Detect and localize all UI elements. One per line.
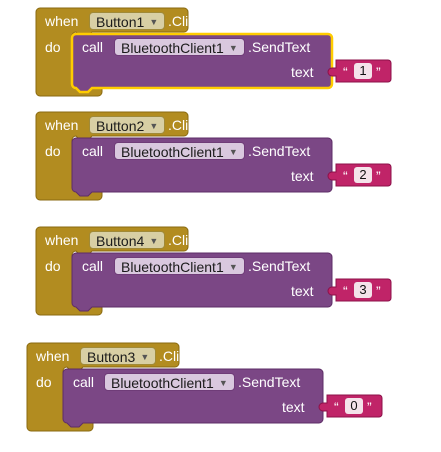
close-quote: ”: [376, 168, 381, 184]
client-name: BluetoothClient1: [121, 259, 224, 275]
close-quote: ”: [367, 399, 372, 415]
text-value-field[interactable]: 1: [354, 63, 372, 79]
component-dropdown-button2[interactable]: Button2 ▼: [89, 116, 166, 134]
chevron-down-icon: ▼: [228, 43, 238, 53]
chevron-down-icon: ▼: [140, 352, 150, 362]
client-dropdown[interactable]: BluetoothClient1 ▼: [114, 142, 245, 160]
event-name: .Click: [168, 13, 203, 29]
method-name: .SendText: [248, 39, 311, 55]
chevron-down-icon: ▼: [149, 121, 159, 131]
when-label: when: [45, 232, 79, 248]
component-name: Button3: [87, 349, 136, 365]
when-label: when: [45, 117, 79, 133]
param-label: text: [291, 168, 314, 184]
do-label: do: [36, 374, 52, 390]
open-quote: “: [343, 283, 348, 299]
component-name: Button1: [96, 14, 145, 30]
method-name: .SendText: [238, 374, 301, 390]
event-name: .Click: [159, 348, 194, 364]
chevron-down-icon: ▼: [149, 236, 159, 246]
do-label: do: [45, 143, 61, 159]
text-value-field[interactable]: 2: [354, 167, 372, 183]
param-label: text: [282, 399, 305, 415]
param-label: text: [291, 283, 314, 299]
close-quote: ”: [376, 283, 381, 299]
client-name: BluetoothClient1: [121, 144, 224, 160]
when-label: when: [36, 348, 70, 364]
component-dropdown-button3[interactable]: Button3 ▼: [80, 347, 157, 365]
open-quote: “: [343, 64, 348, 80]
chevron-down-icon: ▼: [149, 17, 159, 27]
close-quote: ”: [376, 64, 381, 80]
client-name: BluetoothClient1: [111, 375, 214, 391]
chevron-down-icon: ▼: [228, 147, 238, 157]
chevron-down-icon: ▼: [218, 378, 228, 388]
blocks-workspace[interactable]: when Button1 ▼ .Click do call BluetoothC…: [0, 0, 441, 452]
client-name: BluetoothClient1: [121, 40, 224, 56]
client-dropdown[interactable]: BluetoothClient1 ▼: [104, 373, 235, 391]
do-label: do: [45, 258, 61, 274]
client-dropdown[interactable]: BluetoothClient1 ▼: [114, 257, 245, 275]
call-label: call: [82, 39, 104, 55]
when-label: when: [45, 13, 79, 29]
do-label: do: [45, 39, 61, 55]
event-name: .Click: [168, 232, 203, 248]
client-dropdown[interactable]: BluetoothClient1 ▼: [114, 38, 245, 56]
component-dropdown-button1[interactable]: Button1 ▼: [89, 12, 166, 30]
call-label: call: [82, 143, 104, 159]
call-label: call: [82, 258, 104, 274]
method-name: .SendText: [248, 143, 311, 159]
component-dropdown-button4[interactable]: Button4 ▼: [89, 231, 166, 249]
text-value-field[interactable]: 3: [354, 282, 372, 298]
open-quote: “: [343, 168, 348, 184]
open-quote: “: [334, 399, 339, 415]
event-name: .Click: [168, 117, 203, 133]
text-value-field[interactable]: 0: [345, 398, 363, 414]
call-label: call: [73, 374, 95, 390]
method-name: .SendText: [248, 258, 311, 274]
param-label: text: [291, 64, 314, 80]
component-name: Button4: [96, 233, 145, 249]
component-name: Button2: [96, 118, 145, 134]
chevron-down-icon: ▼: [228, 262, 238, 272]
